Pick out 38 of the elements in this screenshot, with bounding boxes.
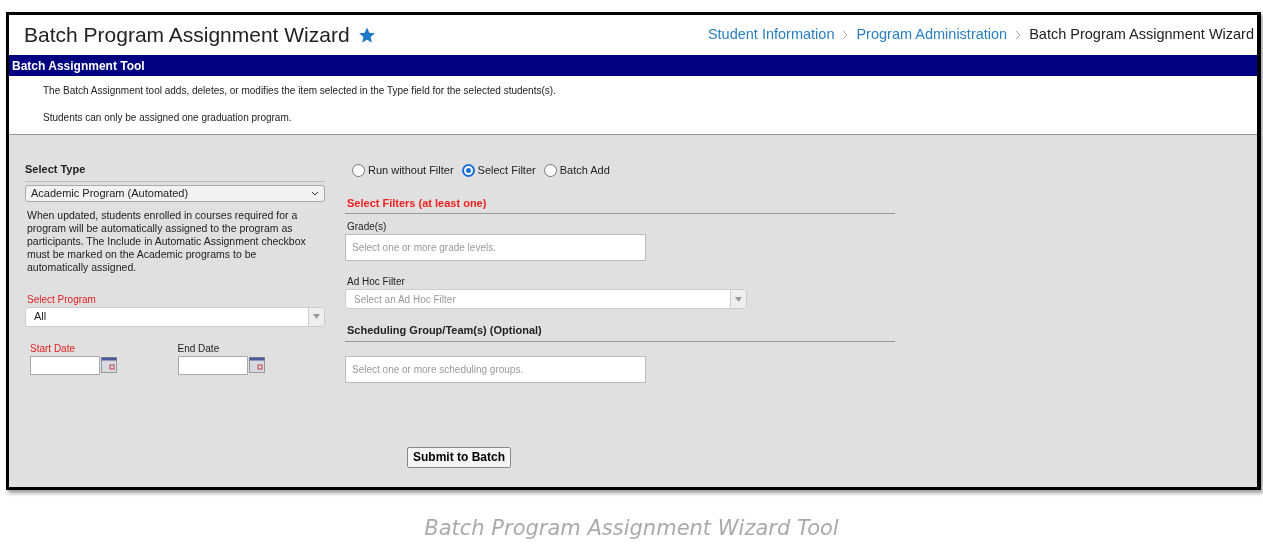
chevron-right-icon — [1015, 30, 1022, 40]
calendar-icon[interactable] — [101, 357, 117, 373]
grades-field[interactable]: Select one or more grade levels. — [345, 234, 646, 261]
dropdown-arrow-icon — [313, 314, 320, 319]
dropdown-arrow-icon — [735, 296, 742, 302]
field-label: Ad Hoc Filter — [346, 275, 406, 289]
radio-button[interactable] — [461, 163, 475, 177]
field-label: End Date — [177, 341, 221, 356]
caption: Batch Program Assignment Wizard Tool — [423, 515, 840, 542]
page-title: Batch Program Assignment Wizard — [24, 22, 350, 49]
section-header: Batch Assignment Tool — [9, 55, 1257, 76]
field-heading: Select Type — [25, 156, 325, 182]
radio-button[interactable] — [352, 163, 365, 177]
radio-label[interactable]: Batch Add — [559, 162, 610, 179]
field-label: Grade(s) — [346, 220, 388, 234]
intro-text: The Batch Assignment tool adds, deletes, or modifies the item selected in the Type field for the selected students(s). — [43, 84, 557, 98]
date-input[interactable] — [177, 355, 248, 375]
radio-button[interactable] — [543, 163, 557, 177]
radio-label[interactable]: Select Filter — [477, 162, 536, 179]
program-select[interactable]: All — [25, 306, 325, 327]
date-input[interactable] — [30, 355, 100, 375]
breadcrumb-current: Batch Program Assignment Wizard — [1029, 25, 1254, 45]
radio-label[interactable]: Run without Filter — [368, 162, 454, 179]
submit-button[interactable]: Submit to Batch — [407, 446, 511, 468]
breadcrumb-link[interactable]: Student Information — [707, 24, 835, 46]
field-label: Select Program — [26, 292, 97, 307]
chevron-down-icon — [311, 190, 319, 196]
scheduling-groups-field[interactable]: Select one or more scheduling groups. — [345, 355, 646, 383]
type-select[interactable]: Academic Program (Automated) — [25, 184, 325, 202]
intro-text: Students can only be assigned one graduation program. — [43, 111, 293, 125]
section-heading: Scheduling Group/Team(s) (Optional) — [345, 322, 895, 342]
type-note: When updated, students enrolled in courses required for a program will be automatically assigned to the program as participants. The Include in Automatic Assignment checkbox must be marked on the Academic programs to be automatically assigned. — [26, 208, 307, 274]
star-icon[interactable] — [357, 26, 376, 44]
chevron-right-icon — [842, 30, 849, 40]
breadcrumb-link[interactable]: Program Administration — [856, 24, 1008, 46]
field-label: Start Date — [30, 341, 77, 356]
section-heading: Select Filters (at least one) — [345, 194, 895, 214]
calendar-icon[interactable] — [248, 357, 265, 373]
